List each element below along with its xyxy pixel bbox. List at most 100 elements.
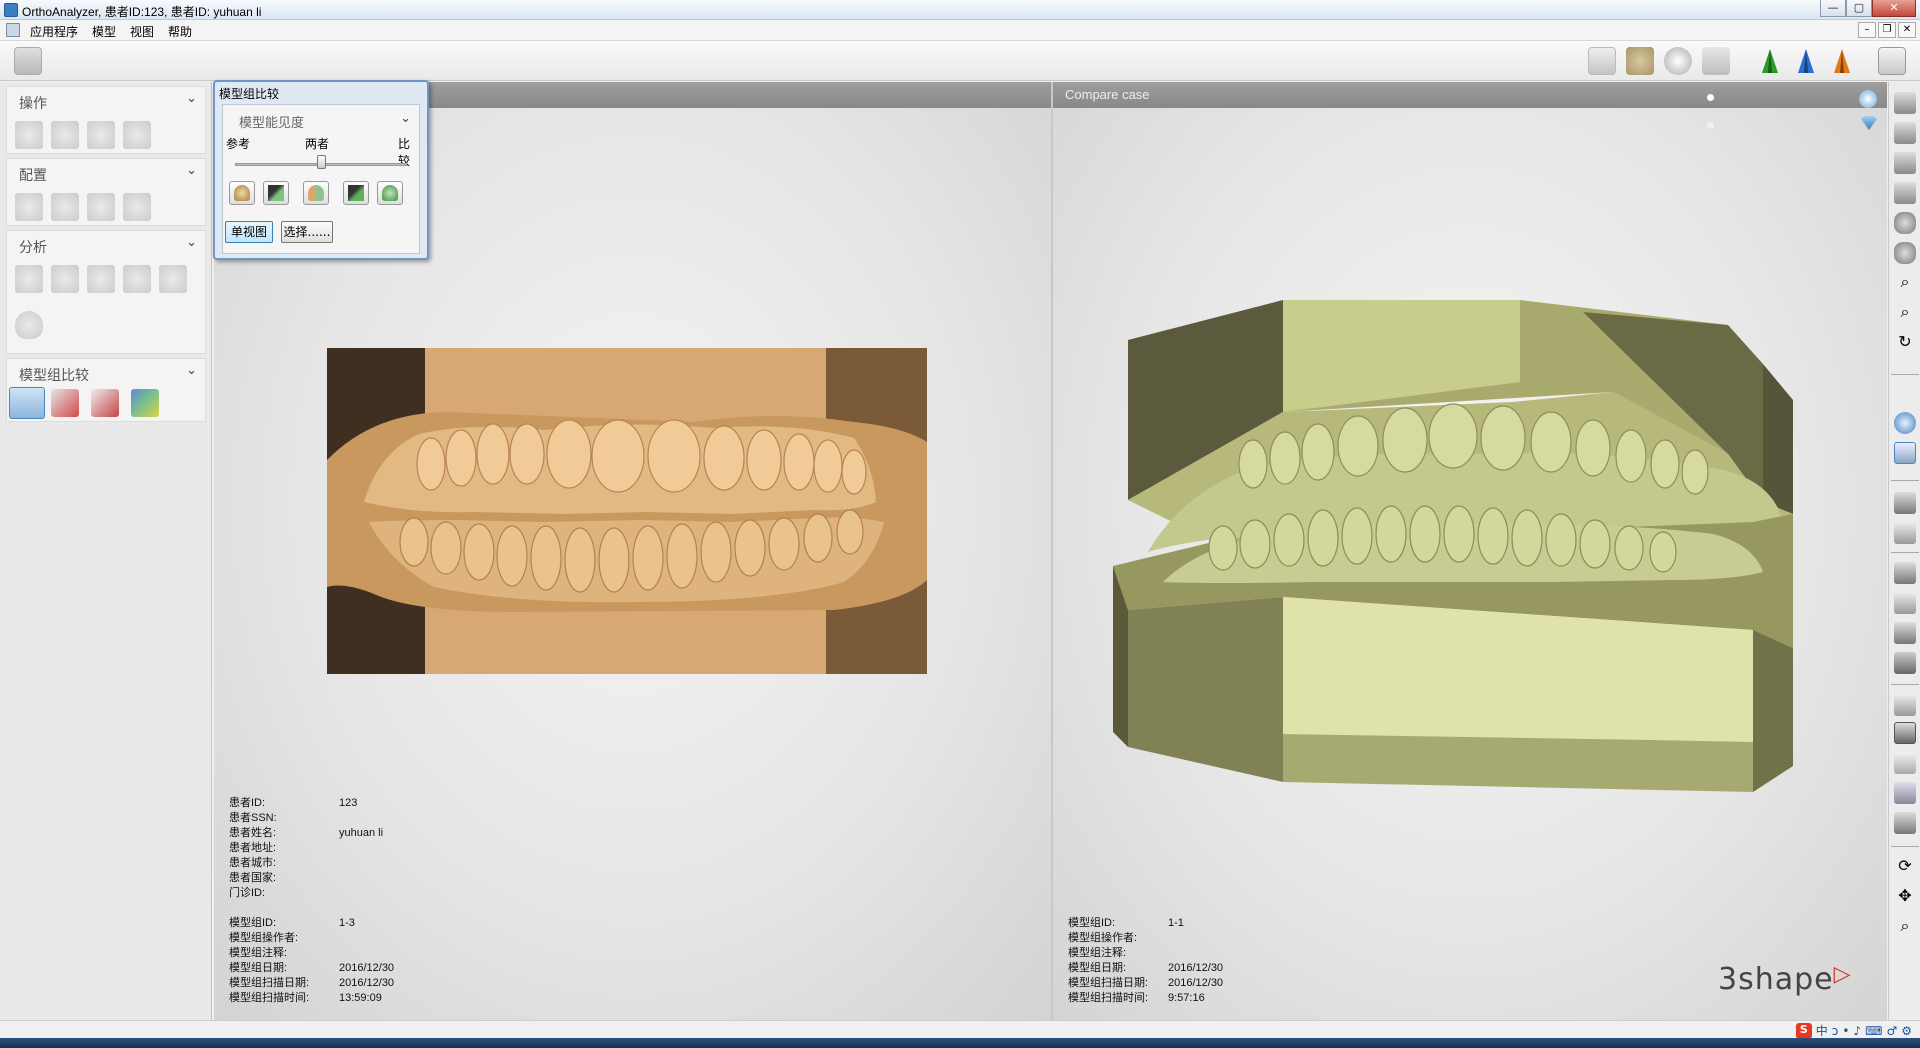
close-button[interactable]: ✕	[1872, 0, 1916, 17]
table-icon[interactable]	[159, 265, 187, 293]
chevron-down-icon: ⌄	[400, 111, 411, 126]
box-icon[interactable]	[1894, 812, 1916, 834]
ime-tray: S 中 ↄ • ♪ ⌨ ♂ ⚙	[1795, 1022, 1912, 1039]
axis-green-icon[interactable]	[1756, 47, 1784, 75]
view-bottom-icon[interactable]	[1894, 242, 1916, 264]
separator	[1891, 552, 1919, 553]
view-left-icon[interactable]	[1894, 152, 1916, 174]
base-config-icon[interactable]	[51, 193, 79, 221]
tray-moon-icon[interactable]: ↄ	[1832, 1024, 1839, 1038]
info-value: yuhuan li	[339, 827, 384, 839]
tooth-segment-icon[interactable]	[123, 193, 151, 221]
tray-user-icon[interactable]: ♂	[1886, 1024, 1897, 1038]
layout-icon[interactable]	[1878, 47, 1906, 75]
info-value: 1-3	[339, 917, 355, 929]
move-icon[interactable]	[87, 121, 115, 149]
chevron-down-icon[interactable]: ⌄	[186, 363, 197, 378]
cube-rotate-icon[interactable]	[51, 121, 79, 149]
crop-icon[interactable]	[1894, 592, 1916, 614]
sphere-icon[interactable]	[1894, 412, 1916, 434]
superimpose-red-icon[interactable]	[51, 389, 79, 417]
visibility-slider-thumb[interactable]	[317, 155, 326, 169]
ime-mode[interactable]: 中	[1816, 1022, 1828, 1039]
show-compare-button[interactable]	[377, 181, 403, 205]
measure-icon[interactable]	[51, 265, 79, 293]
layer-icon[interactable]	[1894, 694, 1916, 716]
color-map-icon[interactable]	[131, 389, 159, 417]
axis-blue-icon[interactable]	[1792, 47, 1820, 75]
mdi-restore-button[interactable]: ❐	[1878, 22, 1896, 38]
axis-config-icon[interactable]	[15, 193, 43, 221]
chevron-down-icon[interactable]: ⌄	[186, 91, 197, 106]
show-reference-button[interactable]	[229, 181, 255, 205]
chevron-down-icon[interactable]: ⌄	[186, 235, 197, 250]
lower-jaw-icon[interactable]	[1894, 722, 1916, 744]
view-back-icon[interactable]	[1894, 122, 1916, 144]
zoom-one-icon[interactable]: ⌕	[1894, 302, 1916, 324]
model-select-icon[interactable]	[1894, 442, 1916, 464]
model-compare-icon[interactable]	[9, 387, 45, 419]
sphere-view-icon[interactable]	[1664, 47, 1692, 75]
view-front-icon[interactable]	[1894, 92, 1916, 114]
render-icon[interactable]	[1894, 652, 1916, 674]
model-texture-icon[interactable]	[1626, 47, 1654, 75]
compare-clip-button[interactable]	[343, 181, 369, 205]
zoom-fit-icon[interactable]: ⌕	[1894, 272, 1916, 294]
menu-item-view[interactable]: 视图	[130, 23, 154, 40]
superimpose-arc-icon[interactable]	[91, 389, 119, 417]
jaw-view-icon[interactable]	[1702, 47, 1730, 75]
tray-keyboard-icon[interactable]: ⌨	[1865, 1024, 1882, 1038]
select-button[interactable]: 选择......	[281, 221, 333, 243]
pan-icon[interactable]: ✥	[1894, 886, 1916, 908]
rotate-icon[interactable]: ↻	[1894, 332, 1916, 354]
menu-app-icon[interactable]	[6, 23, 20, 37]
menu-item-help[interactable]: 帮助	[168, 23, 192, 40]
view-box-icon[interactable]	[1588, 47, 1616, 75]
info-key: 门诊ID:	[229, 887, 266, 899]
single-view-button[interactable]: 单视图	[225, 221, 273, 243]
info-value: 9:57:16	[1168, 992, 1205, 1004]
tray-settings-icon[interactable]: ⚙	[1901, 1024, 1912, 1038]
menu-item-model[interactable]: 模型	[92, 23, 116, 40]
model-compare-panel[interactable]: 模型组比较 模型能见度 ⌄ 参考 两者 比较 单视图 选择......	[213, 80, 429, 260]
minimize-button[interactable]: —	[1820, 0, 1846, 17]
reference-clip-button[interactable]	[263, 181, 289, 205]
info-value: 2016/12/30	[339, 977, 395, 989]
occlusion-icon[interactable]	[1894, 522, 1916, 544]
section-icon[interactable]	[1894, 622, 1916, 644]
rotate-view-icon[interactable]: ⟳	[1894, 856, 1916, 878]
angle-icon[interactable]	[87, 265, 115, 293]
info-value: 1-1	[1168, 917, 1184, 929]
view-right-icon[interactable]	[1894, 182, 1916, 204]
visibility-dropdown[interactable]: 模型能见度 ⌄	[227, 109, 415, 131]
report-icon[interactable]	[123, 265, 151, 293]
sogou-logo-icon[interactable]: S	[1795, 1022, 1812, 1039]
maximize-button[interactable]: ▢	[1846, 0, 1872, 17]
mdi-close-button[interactable]: ✕	[1898, 22, 1916, 38]
info-key: 患者地址:	[229, 842, 277, 854]
compare-viewport[interactable]: Compare case	[1053, 82, 1887, 1020]
show-both-button[interactable]	[303, 181, 329, 205]
compare-model[interactable]	[1053, 82, 1887, 1020]
arch-icon[interactable]	[123, 121, 151, 149]
axis-orange-icon[interactable]	[1828, 47, 1856, 75]
upper-jaw-icon[interactable]	[1894, 492, 1916, 514]
grab-model-icon[interactable]	[15, 121, 43, 149]
arch-length-icon[interactable]	[15, 265, 43, 293]
tray-mic-icon[interactable]: ♪	[1853, 1024, 1861, 1038]
view-top-icon[interactable]	[1894, 212, 1916, 234]
logo-triangle-icon: ▷	[1833, 962, 1852, 987]
section-title: 操作	[19, 95, 47, 111]
cut-view-icon[interactable]	[1894, 562, 1916, 584]
mdi-minimize-button[interactable]: –	[1858, 22, 1876, 38]
zoom-icon[interactable]: ⌕	[1894, 916, 1916, 938]
section-title: 模型组比较	[19, 367, 89, 383]
menu-item-application[interactable]: 应用程序	[30, 23, 78, 40]
transparency-icon[interactable]	[1894, 782, 1916, 804]
chevron-down-icon[interactable]: ⌄	[186, 163, 197, 178]
open-case-icon[interactable]	[14, 47, 42, 75]
tray-punct-icon[interactable]: •	[1842, 1024, 1849, 1038]
tooth-config-icon[interactable]	[87, 193, 115, 221]
overlay-icon[interactable]	[1894, 752, 1916, 774]
shield-icon[interactable]	[15, 311, 43, 339]
